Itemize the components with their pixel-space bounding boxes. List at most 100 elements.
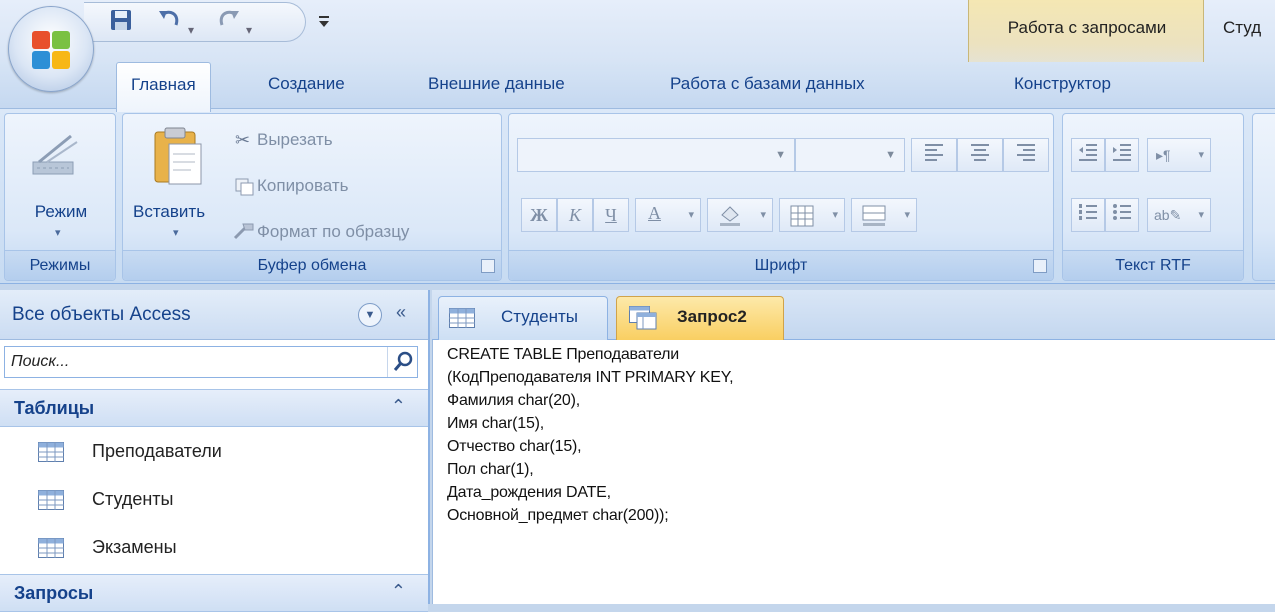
context-group-title: Работа с запросами: [1007, 18, 1167, 37]
undo-dropdown-icon[interactable]: ▾: [188, 17, 194, 43]
sql-line: Имя char(15),: [447, 415, 545, 432]
sql-line: (КодПреподавателя INT PRIMARY KEY,: [447, 369, 734, 386]
format-painter-button[interactable]: Формат по образцу: [257, 222, 409, 242]
cut-button[interactable]: Вырезать: [257, 130, 333, 150]
align-left-button[interactable]: [911, 138, 957, 172]
ribbon-tabs: Главная Создание Внешние данные Работа с…: [0, 62, 1275, 112]
doc-tab-students[interactable]: Студенты: [438, 296, 608, 340]
paste-dropdown-icon[interactable]: ▾: [173, 226, 179, 239]
category-tables[interactable]: Таблицы ⌃: [0, 389, 428, 427]
view-mode-dropdown-icon[interactable]: ▾: [55, 226, 61, 239]
decrease-indent-button[interactable]: [1071, 138, 1105, 172]
office-logo-icon: [32, 31, 72, 71]
search-button[interactable]: [387, 347, 417, 377]
numbering-button[interactable]: [1071, 198, 1105, 232]
cut-icon: ✂: [235, 130, 251, 150]
table-icon: [38, 490, 64, 510]
search-input[interactable]: [9, 349, 379, 375]
table-icon: [38, 442, 64, 462]
category-queries[interactable]: Запросы ⌃: [0, 574, 428, 612]
redo-icon[interactable]: [216, 9, 240, 37]
align-right-button[interactable]: [1003, 138, 1049, 172]
gridlines-icon: [790, 205, 814, 237]
nav-item-label: Преподаватели: [92, 441, 222, 461]
font-color-button[interactable]: A ▾: [635, 198, 701, 232]
tab-designer[interactable]: Конструктор: [1014, 74, 1111, 94]
table-icon: [449, 308, 475, 333]
align-left-icon: [923, 144, 945, 165]
undo-icon[interactable]: [158, 9, 182, 37]
chevron-down-icon: ▾: [688, 209, 694, 221]
group-label-views: Режимы: [5, 250, 115, 280]
chevron-down-icon: ▼: [885, 149, 896, 161]
copy-button[interactable]: Копировать: [257, 176, 349, 196]
group-views: Режим ▾ Режимы: [4, 113, 116, 281]
paragraph-mark-icon: ▸¶: [1156, 147, 1171, 163]
sql-editor[interactable]: CREATE TABLE Преподаватели (КодПреподава…: [432, 340, 1275, 604]
increase-indent-icon: [1112, 144, 1132, 165]
tab-create[interactable]: Создание: [268, 74, 345, 94]
view-mode-icon[interactable]: [27, 132, 83, 187]
group-records-partial: [1252, 113, 1275, 281]
align-center-button[interactable]: [957, 138, 1003, 172]
align-center-icon: [969, 144, 991, 165]
save-icon[interactable]: [110, 9, 132, 37]
collapse-category-icon[interactable]: ⌃: [391, 581, 406, 602]
group-clipboard: Вставить ▾ ✂ Вырезать Копировать Формат …: [122, 113, 502, 281]
paste-button[interactable]: Вставить: [133, 202, 205, 222]
align-right-icon: [1015, 144, 1037, 165]
group-rich-text: ▸¶ ▾ ab✎ ▾ Текст RTF: [1062, 113, 1244, 281]
font-name-combobox[interactable]: ▼: [517, 138, 795, 172]
office-button[interactable]: [8, 6, 94, 92]
decrease-indent-icon: [1078, 144, 1098, 165]
nav-pane-header[interactable]: Все объекты Access ▼ «: [0, 290, 428, 340]
collapse-category-icon[interactable]: ⌃: [391, 396, 406, 417]
sql-line: Фамилия char(20),: [447, 392, 581, 409]
document-area: Студенты Запрос2 CREATE TABLE Преподават…: [432, 290, 1275, 604]
increase-indent-button[interactable]: [1105, 138, 1139, 172]
format-painter-icon: [231, 222, 255, 247]
chevron-down-icon: ▾: [1198, 149, 1204, 161]
paragraph-direction-button[interactable]: ▸¶ ▾: [1147, 138, 1211, 172]
bullets-button[interactable]: [1105, 198, 1139, 232]
view-mode-button[interactable]: Режим: [5, 202, 117, 222]
copy-icon: [235, 178, 255, 201]
tab-database-tools[interactable]: Работа с базами данных: [670, 74, 865, 94]
italic-button[interactable]: К: [557, 198, 593, 232]
nav-item-students[interactable]: Студенты: [0, 476, 428, 524]
chevron-down-icon: ▾: [760, 209, 766, 221]
clipboard-launcher-icon[interactable]: [481, 259, 495, 273]
chevron-down-icon: ▼: [775, 149, 786, 161]
nav-item-label: Экзамены: [92, 537, 177, 557]
highlight-button[interactable]: ab✎ ▾: [1147, 198, 1211, 232]
category-label: Таблицы: [14, 398, 95, 418]
underline-button[interactable]: Ч: [593, 198, 629, 232]
doc-tab-query2[interactable]: Запрос2: [616, 296, 784, 340]
nav-menu-dropdown-icon[interactable]: ▼: [358, 303, 382, 327]
fill-color-button[interactable]: ▾: [707, 198, 773, 232]
tab-external-data[interactable]: Внешние данные: [428, 74, 565, 94]
sql-line: CREATE TABLE Преподаватели: [447, 346, 680, 363]
category-label: Запросы: [14, 583, 94, 603]
group-label-font: Шрифт: [509, 250, 1053, 280]
alternate-row-color-icon: [862, 205, 886, 237]
gridlines-button[interactable]: ▾: [779, 198, 845, 232]
sql-line: Отчество char(15),: [447, 438, 582, 455]
tab-home[interactable]: Главная: [116, 62, 211, 112]
fill-color-icon: [718, 205, 742, 237]
group-font: ▼ ▼ Ж К Ч A ▾ ▾ ▾ ▾ Шрифт: [508, 113, 1054, 281]
group-label-rich-text: Текст RTF: [1063, 250, 1243, 280]
alt-fill-button[interactable]: ▾: [851, 198, 917, 232]
nav-item-exams[interactable]: Экзамены: [0, 524, 428, 572]
collapse-pane-icon[interactable]: «: [396, 302, 406, 323]
bold-button[interactable]: Ж: [521, 198, 557, 232]
chevron-down-icon: ▾: [904, 209, 910, 221]
nav-item-teachers[interactable]: Преподаватели: [0, 428, 428, 476]
redo-dropdown-icon[interactable]: ▾: [246, 17, 252, 43]
paste-icon[interactable]: [151, 126, 203, 191]
font-launcher-icon[interactable]: [1033, 259, 1047, 273]
customize-qat-icon[interactable]: [318, 14, 330, 31]
sql-line: Пол char(1),: [447, 461, 534, 478]
font-size-combobox[interactable]: ▼: [795, 138, 905, 172]
nav-search-box: [4, 346, 418, 378]
